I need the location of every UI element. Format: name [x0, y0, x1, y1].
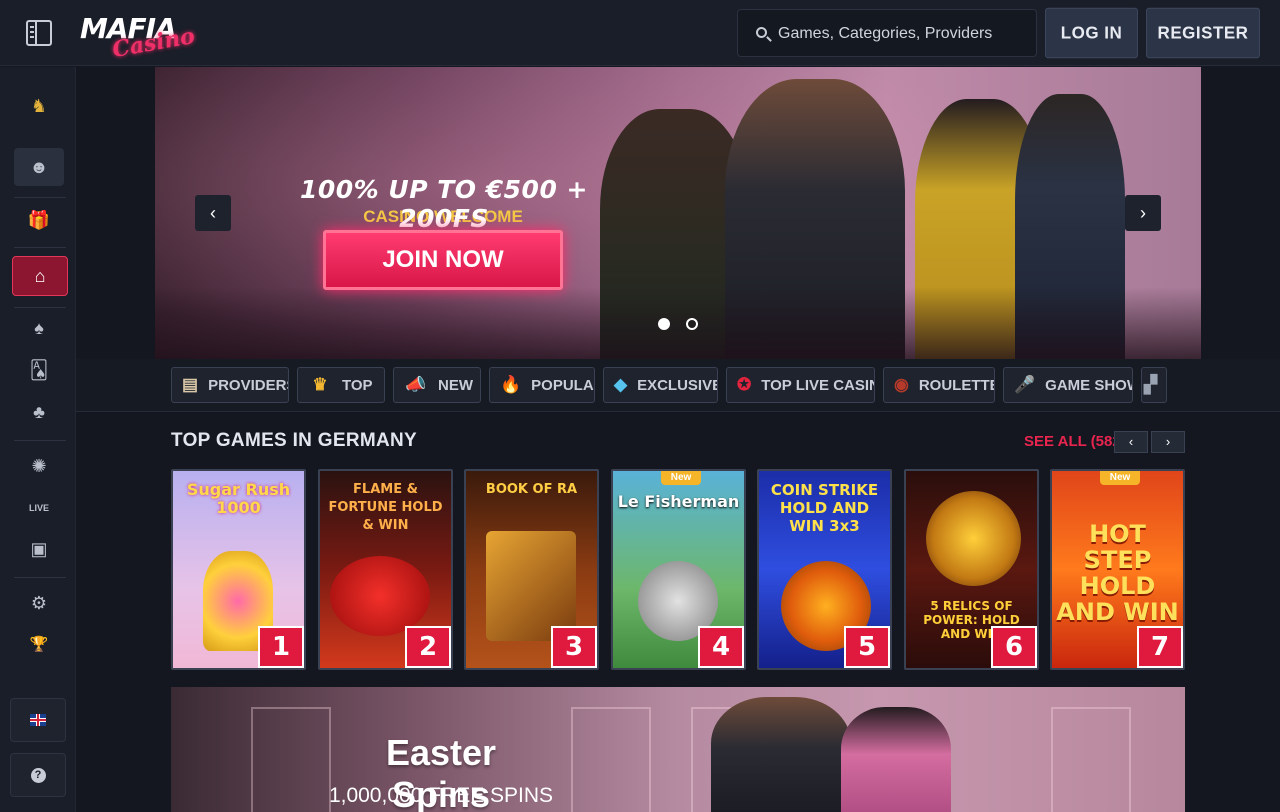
game-rank: 6 [991, 626, 1037, 668]
hero-next-button[interactable]: › [1125, 195, 1161, 231]
category-providers[interactable]: ▤ PROVIDERS [171, 367, 289, 403]
easter-subtitle: 1,000,000 FREE SPINS [328, 784, 554, 807]
megaphone-icon: 📣 [405, 375, 427, 394]
category-label: TOP [342, 376, 373, 394]
search-box[interactable] [737, 9, 1037, 57]
promo-title: 100% UP TO €500 + 200FS [299, 175, 588, 233]
category-label: TOP LIVE CASINO [761, 376, 874, 394]
hero-prev-button[interactable]: ‹ [195, 195, 231, 231]
game-rank: 3 [551, 626, 597, 668]
games-prev-button[interactable]: ‹ [1114, 431, 1148, 453]
category-exclusive[interactable]: ◆ EXCLUSIVE [603, 367, 718, 403]
gift-icon[interactable]: 🎁 [14, 201, 64, 239]
game-card[interactable]: New HOT STEP HOLD AND WIN 7 [1050, 469, 1185, 670]
search-icon [756, 27, 767, 38]
new-badge: New [661, 471, 701, 485]
microphone-icon: 🎤 [1014, 375, 1036, 394]
lamborghini-icon[interactable]: ♞ [14, 87, 64, 125]
category-popular[interactable]: 🔥 POPULAR [489, 367, 595, 403]
mafia-mask-icon[interactable]: ☻ [14, 148, 64, 186]
chip-icon: ✪ [737, 375, 752, 394]
game-title: COIN STRIKE HOLD AND WIN 3x3 [770, 481, 879, 535]
tv-icon[interactable]: ▣ [14, 530, 64, 568]
game-card[interactable]: COIN STRIKE HOLD AND WIN 3x3 5 [757, 469, 892, 670]
carousel-dot-2[interactable] [686, 318, 698, 330]
game-rank: 2 [405, 626, 451, 668]
category-new[interactable]: 📣 NEW [393, 367, 481, 403]
section-title: TOP GAMES IN GERMANY [171, 430, 417, 451]
game-rank: 7 [1137, 626, 1183, 668]
help-button[interactable]: ? [10, 753, 66, 797]
category-label: GAME SHOWS [1045, 376, 1132, 394]
category-top[interactable]: ♛ TOP [297, 367, 385, 403]
game-card[interactable]: BOOK OF RA 3 [464, 469, 599, 670]
see-all-link[interactable]: SEE ALL (582) [1024, 433, 1126, 450]
game-title: HOT STEP HOLD AND WIN [1056, 520, 1179, 626]
spade-icon[interactable]: ♠ [14, 309, 64, 347]
site-logo[interactable]: MAFIA Casino [80, 12, 197, 63]
category-label: PROVIDERS [208, 376, 289, 394]
sidebar: ♞ ☻ 🎁 ⌂ ♠ 🂡 ♣ ✺ LIVE ▣ ⚙ 🏆 ? [0, 67, 76, 812]
game-card[interactable]: 5 RELICS OF POWER: HOLD AND WIN 6 [904, 469, 1039, 670]
search-input[interactable] [778, 22, 1028, 46]
home-icon[interactable]: ⌂ [12, 256, 68, 296]
easter-character-2 [841, 707, 951, 812]
fire-icon: 🔥 [500, 375, 522, 394]
game-card[interactable]: New Le Fisherman 4 [611, 469, 746, 670]
login-button[interactable]: LOG IN [1045, 7, 1138, 59]
category-label: POPULAR [531, 376, 594, 394]
see-all-label: SEE ALL [1024, 433, 1087, 450]
carousel-dot-1[interactable] [658, 318, 670, 330]
category-label: ROULETTE [918, 376, 995, 394]
clover-icon[interactable]: ♣ [14, 393, 64, 431]
easter-character-1 [711, 697, 851, 812]
game-title: Sugar Rush 1000 [186, 480, 291, 517]
live-icon[interactable]: LIVE [14, 489, 64, 527]
more-icon: ▞ [1144, 375, 1158, 394]
game-rank: 5 [844, 626, 890, 668]
category-label: NEW [438, 376, 473, 394]
cards-icon[interactable]: 🂡 [14, 351, 64, 389]
register-button[interactable]: REGISTER [1146, 7, 1260, 59]
category-top-live-casino[interactable]: ✪ TOP LIVE CASINO [726, 367, 875, 403]
roulette-icon[interactable]: ✺ [14, 447, 64, 485]
game-title: BOOK OF RA [485, 482, 578, 497]
category-more[interactable]: ▞ [1141, 367, 1167, 403]
crown-icon: ♛ [312, 375, 328, 394]
new-badge: New [1100, 471, 1140, 485]
top-header: MAFIA Casino LOG IN REGISTER [0, 0, 1280, 66]
join-now-button[interactable]: JOIN NOW [323, 230, 563, 290]
category-game-shows[interactable]: 🎤 GAME SHOWS [1003, 367, 1133, 403]
language-selector[interactable] [10, 698, 66, 742]
hero-banner: CASINO WELCOME BONUS 100% UP TO €500 + 2… [155, 67, 1201, 359]
uk-flag-icon [30, 714, 46, 726]
category-label: EXCLUSIVE [637, 376, 718, 394]
game-rank: 4 [698, 626, 744, 668]
diamond-icon: ◆ [614, 375, 628, 394]
providers-icon: ▤ [182, 375, 199, 394]
roulette-wheel-icon: ◉ [894, 375, 909, 394]
game-title: FLAME & FORTUNE HOLD & WIN [328, 482, 443, 533]
trophy-icon[interactable]: 🏆 [14, 625, 64, 663]
gear-icon[interactable]: ⚙ [14, 584, 64, 622]
game-card[interactable]: Sugar Rush 1000 1 [171, 469, 306, 670]
game-rank: 1 [258, 626, 304, 668]
category-bar: ▤ PROVIDERS ♛ TOP 📣 NEW 🔥 POPULAR ◆ EXCL… [76, 359, 1280, 412]
category-roulette[interactable]: ◉ ROULETTE [883, 367, 995, 403]
games-next-button[interactable]: › [1151, 431, 1185, 453]
game-title: Le Fisherman [617, 492, 740, 511]
easter-banner[interactable]: Easter Spins 1,000,000 FREE SPINS [171, 687, 1185, 812]
game-card[interactable]: FLAME & FORTUNE HOLD & WIN 2 [318, 469, 453, 670]
help-icon: ? [30, 767, 46, 783]
sidebar-toggle-icon[interactable] [26, 20, 52, 46]
